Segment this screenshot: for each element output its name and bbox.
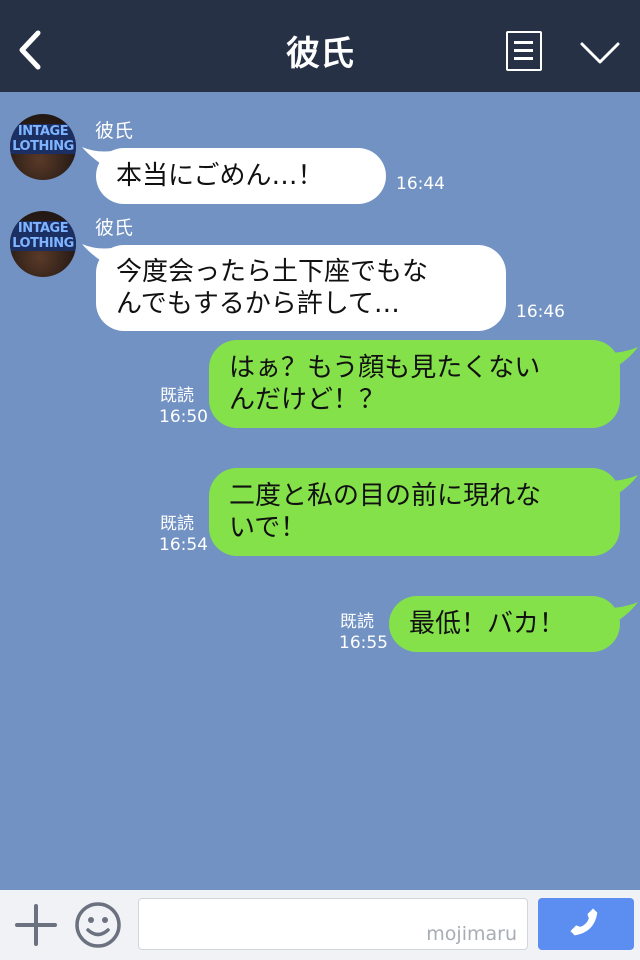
message-input[interactable]: mojimaru (138, 898, 528, 950)
message-text: 今度会ったら土下座でもな (116, 257, 429, 287)
message-bubble[interactable]: はぁ？もう顔も見たくない んだけど！？ (209, 340, 620, 428)
read-receipt: 既読 (340, 612, 374, 632)
avatar-sign-text: LOTHING (10, 236, 76, 251)
message-text: いで！ (229, 513, 307, 543)
sender-name: 彼氏 (95, 217, 134, 239)
message-time: 16:55 (339, 633, 388, 653)
sender-name: 彼氏 (95, 120, 134, 142)
back-button[interactable] (12, 28, 52, 72)
chevron-down-icon (580, 42, 620, 64)
dropdown-button[interactable] (578, 38, 622, 68)
message-time: 16:50 (159, 407, 208, 427)
bubble-tail (606, 475, 638, 501)
plus-icon (15, 904, 57, 946)
menu-button[interactable] (506, 31, 542, 71)
call-button[interactable] (538, 898, 634, 950)
avatar-sign-text: INTAGE (10, 221, 76, 236)
emoji-button[interactable] (74, 901, 122, 949)
message-bubble[interactable]: 最低！バカ！ (389, 596, 620, 652)
message-text: んだけど！？ (229, 385, 386, 415)
add-button[interactable] (14, 903, 58, 947)
bubble-tail (606, 347, 638, 373)
message-bubble[interactable]: 今度会ったら土下座でもな んでもするから許して… (96, 245, 506, 331)
watermark: mojimaru (426, 923, 517, 945)
phone-icon (570, 908, 598, 936)
chat-header (0, 0, 640, 92)
avatar-sign-text: INTAGE (10, 124, 76, 139)
message-time: 16:54 (159, 535, 208, 555)
message-bubble[interactable]: 本当にごめん…！ (96, 148, 386, 204)
message-time: 16:46 (516, 302, 565, 322)
message-bubble[interactable]: 二度と私の目の前に現れな いで！ (209, 468, 620, 556)
avatar-sign-text: LOTHING (10, 139, 76, 154)
message-text: 最低！バカ！ (409, 609, 566, 639)
smiley-icon (75, 902, 121, 948)
bubble-tail (606, 602, 638, 628)
message-text: 二度と私の目の前に現れな (229, 481, 542, 511)
chevron-left-icon (19, 30, 41, 70)
read-receipt: 既読 (160, 386, 194, 406)
message-text: はぁ？もう顔も見たくない (229, 353, 541, 383)
message-text: 本当にごめん…！ (116, 161, 324, 191)
chat-area[interactable]: INTAGE LOTHING 彼氏 本当にごめん…！ 16:44 INTAGE … (0, 92, 640, 890)
avatar[interactable]: INTAGE LOTHING (10, 114, 76, 180)
message-text: んでもするから許して… (116, 289, 400, 319)
avatar[interactable]: INTAGE LOTHING (10, 211, 76, 277)
message-time: 16:44 (396, 174, 445, 194)
read-receipt: 既読 (160, 514, 194, 534)
